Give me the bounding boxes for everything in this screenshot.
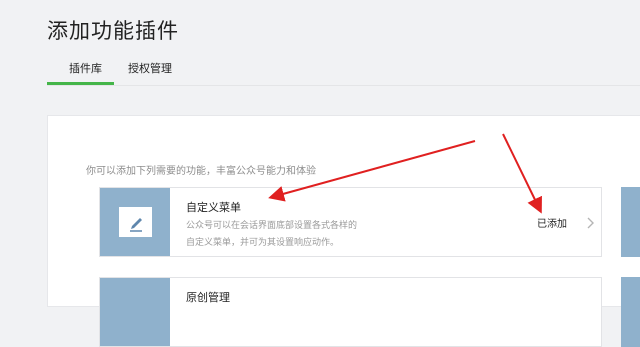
plugin-thumbnail	[100, 188, 170, 256]
page-title: 添加功能插件	[47, 19, 179, 43]
tab-plugin-library[interactable]: 插件库	[69, 60, 102, 76]
plugin-name: 自定义菜单	[186, 201, 241, 214]
partial-plugin-card[interactable]	[621, 277, 640, 347]
plugin-description: 公众号可以在会话界面底部设置各式各样的 自定义菜单，并可为其设置响应动作。	[186, 218, 357, 252]
plugin-description-line: 自定义菜单，并可为其设置响应动作。	[186, 238, 340, 248]
tab-authorization-management[interactable]: 授权管理	[128, 60, 172, 76]
partial-plugin-card[interactable]	[621, 187, 640, 257]
chevron-right-icon[interactable]	[584, 215, 596, 229]
panel-hint: 你可以添加下列需要的功能，丰富公众号能力和体验	[86, 166, 316, 177]
plugin-thumbnail	[100, 278, 170, 346]
plugin-name: 原创管理	[186, 291, 230, 304]
plugin-description-line: 公众号可以在会话界面底部设置各式各样的	[186, 221, 358, 231]
pencil-icon	[119, 207, 152, 237]
plugin-status: 已添加	[537, 219, 567, 230]
plugin-card-custom-menu[interactable]: 自定义菜单 公众号可以在会话界面底部设置各式各样的 自定义菜单，并可为其设置响应…	[99, 187, 602, 257]
tabs-divider	[47, 85, 640, 86]
plugin-card-original-management[interactable]: 原创管理	[99, 277, 602, 347]
